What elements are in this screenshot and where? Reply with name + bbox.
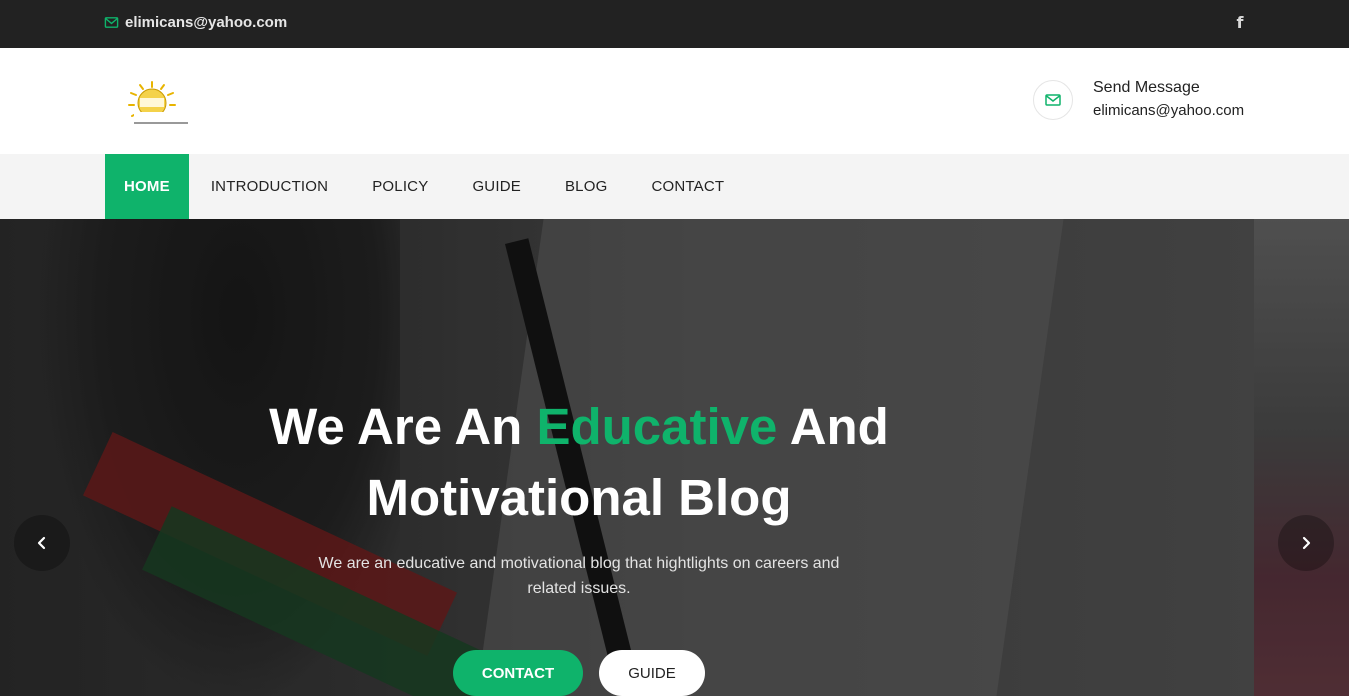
elimica-logo — [128, 81, 188, 124]
facebook-icon[interactable]: f — [1232, 12, 1248, 34]
send-message-email[interactable]: elimicans@yahoo.com — [1093, 100, 1244, 122]
envelope-icon — [1045, 94, 1061, 106]
nav-item-home[interactable]: HOME — [105, 154, 189, 219]
message-icon-circle — [1033, 80, 1073, 120]
hero-slider: We Are An Educative And Motivational Blo… — [0, 219, 1349, 696]
hero-title: We Are An Educative And Motivational Blo… — [200, 391, 958, 533]
chevron-left-icon — [37, 536, 46, 550]
nav-item-blog[interactable]: BLOG — [543, 154, 629, 219]
nav-item-policy[interactable]: POLICY — [350, 154, 450, 219]
send-message-title: Send Message — [1093, 79, 1200, 96]
contact-button[interactable]: CONTACT — [453, 650, 583, 696]
topbar-email-text: elimicans@yahoo.com — [125, 14, 288, 31]
send-message-box[interactable]: Send Message elimicans@yahoo.com — [1033, 78, 1244, 122]
nav-item-guide[interactable]: GUIDE — [450, 154, 543, 219]
hero-subtitle: We are an educative and motivational blo… — [318, 555, 840, 597]
chevron-right-icon — [1302, 536, 1311, 550]
topbar-email[interactable]: elimicans@yahoo.com — [104, 14, 287, 31]
slider-next-button[interactable] — [1278, 515, 1334, 571]
nav-item-introduction[interactable]: INTRODUCTION — [189, 154, 350, 219]
hero-title-part1: We Are An — [269, 398, 537, 455]
nav-item-contact[interactable]: CONTACT — [629, 154, 746, 219]
site-header: Send Message elimicans@yahoo.com — [0, 48, 1349, 154]
slider-prev-button[interactable] — [14, 515, 70, 571]
top-bar: elimicans@yahoo.com f — [0, 0, 1349, 48]
envelope-icon — [104, 17, 119, 28]
main-nav: HOME INTRODUCTION POLICY GUIDE BLOG CONT… — [0, 154, 1349, 219]
site-logo[interactable] — [104, 78, 190, 128]
hero-title-highlight: Educative — [536, 398, 778, 455]
guide-button[interactable]: GUIDE — [599, 650, 705, 696]
